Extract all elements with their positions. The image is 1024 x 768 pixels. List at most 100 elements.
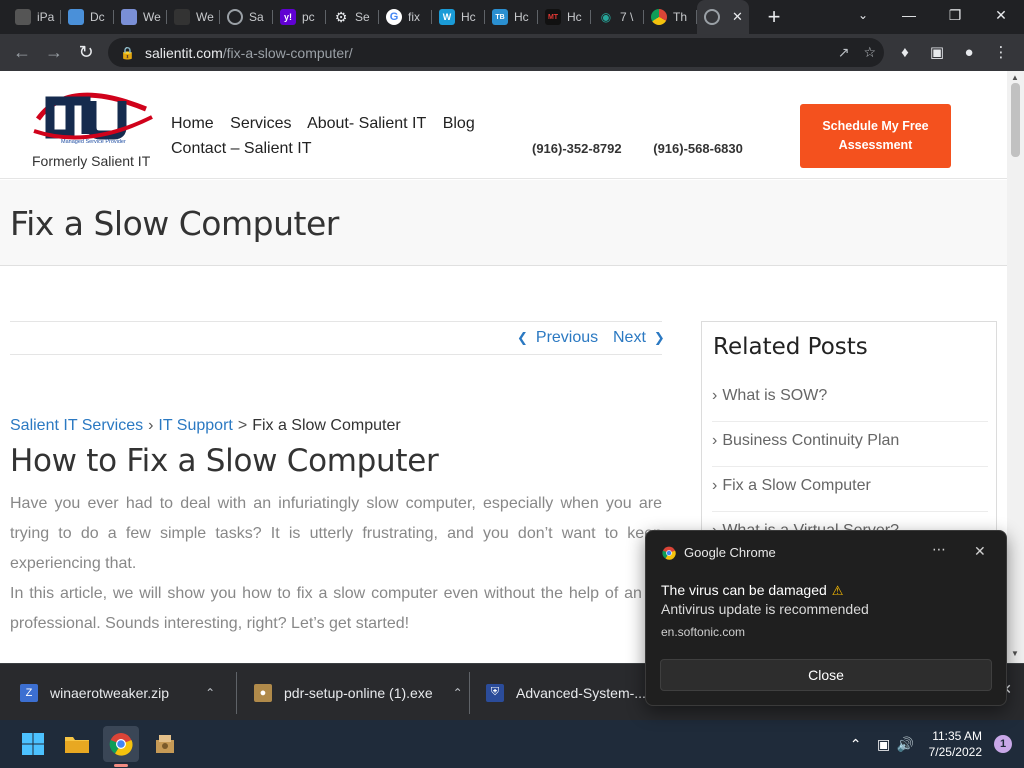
browser-toolbar: ← → ↻ 🔒 salientit.com/fix-a-slow-compute…	[0, 34, 1024, 71]
scroll-down-arrow-icon[interactable]: ▼	[1011, 649, 1019, 658]
toast-close-button[interactable]: Close	[660, 659, 992, 691]
back-button[interactable]: ←	[6, 37, 38, 69]
divider	[236, 672, 237, 714]
chevron-up-icon[interactable]: ⌃	[845, 733, 867, 755]
share-icon[interactable]: ↗	[838, 44, 850, 61]
tab[interactable]: We	[114, 0, 167, 34]
chrome-notification-toast[interactable]: Google Chrome ⋯ ✕ The virus can be damag…	[645, 530, 1007, 706]
close-window-button[interactable]: ✕	[978, 0, 1024, 30]
tab[interactable]: MT Hc	[538, 0, 591, 34]
chevron-up-icon[interactable]: ⌃	[453, 686, 463, 700]
scrollbar-thumb[interactable]	[1011, 83, 1020, 157]
download-item[interactable]: ● pdr-setup-online (1).exe ⌃	[254, 664, 463, 721]
chevron-up-icon[interactable]: ⌃	[205, 686, 215, 700]
tab-active[interactable]: ✕	[697, 0, 749, 34]
extensions-puzzle-icon[interactable]: ♦	[890, 37, 920, 67]
tab-strip: iPa Dc We We Sa y! pc ⚙ Se Gfix W Hc TB Hc MT Hc ◉ 7 \ Th ✕…	[0, 0, 1024, 34]
tab-title: Se	[355, 10, 370, 24]
tab[interactable]: y! pc	[273, 0, 326, 34]
chrome-icon	[662, 546, 676, 560]
tb-favicon-icon: TB	[492, 9, 508, 25]
tab-search-chevron-icon[interactable]: ⌄	[848, 0, 878, 30]
tab[interactable]: We	[167, 0, 220, 34]
tab[interactable]: iPa	[8, 0, 61, 34]
related-post-link[interactable]: › Fix a Slow Computer	[712, 467, 988, 512]
download-item[interactable]: Z winaerotweaker.zip ⌃	[20, 664, 215, 721]
toast-title: The virus can be damaged ⚠	[661, 582, 843, 599]
tab[interactable]: ◉ 7 \	[591, 0, 644, 34]
url-host: salientit.com	[144, 44, 223, 61]
installer-icon: ●	[254, 683, 272, 702]
page-scrollbar[interactable]: ▲ ▼	[1007, 71, 1024, 663]
tab-title: Hc	[514, 10, 529, 24]
schedule-assessment-button[interactable]: Schedule My Free Assessment	[800, 104, 951, 168]
related-post-label: Fix a Slow Computer	[722, 477, 871, 494]
phone-1[interactable]: (916)-352-8792	[532, 141, 622, 156]
tab-title: pc	[302, 10, 315, 24]
chrome-taskbar-button[interactable]	[103, 726, 139, 762]
related-post-link[interactable]: › What is SOW?	[712, 377, 988, 422]
tab-title: Sa	[249, 10, 264, 24]
installer-app-icon	[156, 735, 174, 753]
related-post-link[interactable]: › Business Continuity Plan	[712, 422, 988, 467]
phone-2[interactable]: (916)-568-6830	[653, 141, 743, 156]
restore-button[interactable]: ❐	[932, 0, 978, 30]
notification-badge[interactable]: 1	[994, 735, 1012, 753]
clock[interactable]: 11:35 AM 7/25/2022	[929, 728, 982, 760]
previous-label: Previous	[535, 329, 599, 346]
start-button[interactable]	[15, 726, 51, 762]
warning-icon: ⚠	[831, 583, 844, 598]
breadcrumb-services[interactable]: Salient IT Services	[10, 417, 143, 434]
file-explorer-taskbar-button[interactable]	[59, 726, 95, 762]
side-panel-icon[interactable]: ▣	[922, 37, 952, 67]
tab-title: Hc	[567, 10, 582, 24]
new-tab-button[interactable]: +	[757, 0, 791, 34]
nav-about[interactable]: About- Salient IT	[307, 115, 426, 132]
breadcrumb-separator: ›	[148, 417, 154, 434]
tab[interactable]: Dc	[61, 0, 114, 34]
close-icon[interactable]: ✕	[974, 543, 986, 560]
minimize-button[interactable]: —	[886, 0, 932, 30]
omnibox-icons: ↗ ☆	[838, 38, 876, 67]
next-post-link[interactable]: Next ❯	[613, 329, 665, 347]
nav-blog[interactable]: Blog	[443, 115, 475, 132]
scroll-up-arrow-icon[interactable]: ▲	[1011, 73, 1019, 82]
tab[interactable]: Gfix	[379, 0, 432, 34]
network-icon[interactable]: ▣	[873, 733, 895, 755]
breadcrumb-it-support[interactable]: IT Support	[158, 417, 232, 434]
lock-icon[interactable]: 🔒	[120, 46, 135, 60]
volume-icon[interactable]: 🔊	[895, 733, 917, 755]
menu-kebab-icon[interactable]: ⋮	[986, 37, 1016, 67]
toast-title-text: The virus can be damaged	[661, 582, 827, 598]
nav-services[interactable]: Services	[230, 115, 291, 132]
tab[interactable]: Sa	[220, 0, 273, 34]
tab[interactable]: ⚙ Se	[326, 0, 379, 34]
nav-home[interactable]: Home	[171, 115, 214, 132]
chevron-right-icon: ›	[712, 387, 718, 404]
page-title: Fix a Slow Computer	[10, 204, 339, 243]
previous-post-link[interactable]: ❮ Previous	[517, 329, 598, 347]
installer-taskbar-button[interactable]	[147, 726, 183, 762]
web-dark-favicon-icon	[174, 9, 190, 25]
tab[interactable]: W Hc	[432, 0, 485, 34]
forward-button[interactable]: →	[38, 37, 70, 69]
globe-favicon-icon	[227, 9, 243, 25]
close-tab-icon[interactable]: ✕	[732, 9, 743, 25]
windows-taskbar: ⌃ ▣ 🔊 11:35 AM 7/25/2022 1	[0, 720, 1024, 768]
bookmark-star-icon[interactable]: ☆	[863, 44, 876, 61]
chevron-right-icon: ❯	[653, 330, 665, 345]
chevron-right-icon: ›	[712, 477, 718, 494]
address-bar[interactable]: 🔒 salientit.com/fix-a-slow-computer/ ↗ ☆	[108, 38, 884, 67]
tab[interactable]: Th	[644, 0, 697, 34]
more-options-icon[interactable]: ⋯	[932, 541, 947, 558]
globe-favicon-icon	[704, 9, 720, 25]
clock-date: 7/25/2022	[928, 745, 982, 759]
profile-avatar-icon[interactable]: ●	[954, 37, 984, 67]
article-paragraph: Have you ever had to deal with an infuri…	[10, 495, 662, 572]
tab[interactable]: TB Hc	[485, 0, 538, 34]
reload-button[interactable]: ↻	[70, 37, 102, 69]
tab-title: We	[196, 10, 214, 24]
web-favicon-icon	[121, 9, 137, 25]
divider	[469, 672, 470, 714]
nav-contact[interactable]: Contact – Salient IT	[171, 140, 312, 157]
